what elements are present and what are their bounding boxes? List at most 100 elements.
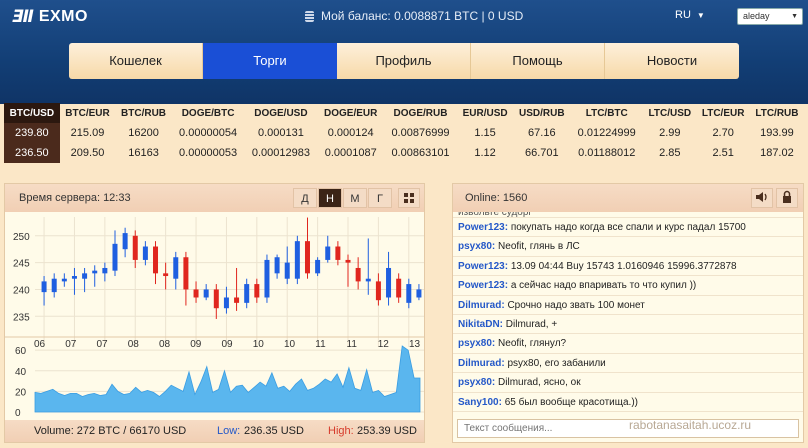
y-tick-label: 235 bbox=[13, 312, 30, 323]
ticker-sell-cell[interactable]: 0.00863101 bbox=[384, 143, 457, 163]
ticker-pair-cell[interactable]: LTC/USD bbox=[643, 103, 696, 123]
x-tick-label: 09 bbox=[222, 339, 234, 350]
chat-username[interactable]: Power123: bbox=[458, 261, 508, 272]
candle-body bbox=[244, 284, 250, 303]
chat-username[interactable]: psyx80: bbox=[458, 338, 495, 349]
ticker-sell-cell[interactable]: 0.0001087 bbox=[317, 143, 384, 163]
candle-body bbox=[254, 284, 260, 298]
chevron-down-icon: ▼ bbox=[791, 13, 798, 20]
period-month-button[interactable]: М bbox=[343, 188, 367, 208]
ticker-buy-cell[interactable]: 2.70 bbox=[696, 123, 749, 143]
ticker-pair-cell[interactable]: DOGE/USD bbox=[245, 103, 318, 123]
chat-panel: Online: 1560 извольте судорг Power123: п… bbox=[452, 183, 804, 443]
list-item: Dilmurad: Срочно надо звать 100 монет bbox=[453, 296, 803, 315]
ticker-pair-cell[interactable]: LTC/EUR bbox=[696, 103, 749, 123]
ticker-buy-cell[interactable]: 67.16 bbox=[513, 123, 570, 143]
ticker-sell-cell[interactable]: 66.701 bbox=[513, 143, 570, 163]
x-tick-label: 07 bbox=[65, 339, 77, 350]
chat-username[interactable]: Dilmurad: bbox=[458, 300, 505, 311]
ticker-pair-cell[interactable]: DOGE/RUB bbox=[384, 103, 457, 123]
ticker-sell-cell[interactable]: 209.50 bbox=[60, 143, 116, 163]
ticker-buy-cell[interactable]: 0.000124 bbox=[317, 123, 384, 143]
ticker-sell-cell[interactable]: 0.01188012 bbox=[570, 143, 643, 163]
chat-text: psyx80, его забанили bbox=[507, 357, 606, 369]
tab-news[interactable]: Новости bbox=[605, 43, 739, 79]
ticker-buy-cell[interactable]: 16200 bbox=[115, 123, 171, 143]
candle-body bbox=[315, 259, 321, 274]
lock-icon[interactable] bbox=[776, 188, 798, 208]
chat-username[interactable]: Sany100: bbox=[458, 397, 502, 408]
low-value: 236.35 USD bbox=[244, 425, 304, 437]
y-tick-label: 60 bbox=[15, 346, 27, 357]
grid-icon[interactable] bbox=[398, 188, 420, 208]
candle-body bbox=[92, 270, 98, 274]
chat-username[interactable]: Power123: bbox=[458, 280, 508, 291]
ticker-sell-cell[interactable]: 0.00012983 bbox=[245, 143, 318, 163]
chat-username[interactable]: psyx80: bbox=[458, 377, 495, 388]
ticker-buy-cell[interactable]: 0.000131 bbox=[245, 123, 318, 143]
chat-header: Online: 1560 bbox=[453, 184, 803, 212]
ticker-buy-cell[interactable]: 193.99 bbox=[750, 123, 804, 143]
chat-username[interactable]: psyx80: bbox=[458, 241, 495, 252]
chat-text: Срочно надо звать 100 монет bbox=[507, 299, 645, 311]
ticker-pair-cell[interactable]: DOGE/BTC bbox=[172, 103, 245, 123]
ticker-pair-cell[interactable]: LTC/BTC bbox=[570, 103, 643, 123]
ticker-sell-cell[interactable]: 187.02 bbox=[750, 143, 804, 163]
ticker-pair-cell[interactable]: DOGE/EUR bbox=[317, 103, 384, 123]
ticker-sell-cell[interactable]: 16163 bbox=[115, 143, 171, 163]
x-tick-label: 11 bbox=[315, 339, 326, 350]
ticker-sell-cell[interactable]: 1.12 bbox=[457, 143, 513, 163]
logo[interactable]: ƎⅡ EXMO bbox=[12, 6, 88, 28]
candle-body bbox=[304, 241, 310, 274]
ticker-buy-cell[interactable]: 239.80 bbox=[4, 123, 60, 143]
tab-wallet[interactable]: Кошелек bbox=[69, 43, 203, 79]
ticker-sell-cell[interactable]: 2.51 bbox=[696, 143, 749, 163]
language-selector[interactable]: RU ▼ bbox=[675, 9, 705, 21]
ticker-pair-cell[interactable]: USD/RUB bbox=[513, 103, 570, 123]
ticker-buy-cell[interactable]: 2.99 bbox=[643, 123, 696, 143]
ticker-pair-cell[interactable]: LTC/RUB bbox=[750, 103, 804, 123]
chat-text: 13.09 04:44 Buy 15743 1.0160946 15996.37… bbox=[510, 260, 737, 272]
candle-body bbox=[163, 273, 169, 277]
list-item: psyx80: Neofit, глянул? bbox=[453, 334, 803, 354]
ticker-pair-cell[interactable]: BTC/EUR bbox=[60, 103, 116, 123]
ticker-buy-cell[interactable]: 215.09 bbox=[60, 123, 116, 143]
ticker-pair-cell[interactable]: BTC/RUB bbox=[115, 103, 171, 123]
candle-body bbox=[223, 297, 229, 309]
ticker-pair-cell[interactable]: EUR/USD bbox=[457, 103, 513, 123]
ticker-sell-cell[interactable]: 236.50 bbox=[4, 143, 60, 163]
y-tick-label: 250 bbox=[13, 232, 30, 243]
candle-body bbox=[365, 278, 371, 282]
y-tick-label: 20 bbox=[15, 387, 27, 398]
ticker-sell-cell[interactable]: 2.85 bbox=[643, 143, 696, 163]
ticker-sell-cell[interactable]: 0.00000053 bbox=[172, 143, 245, 163]
list-item: Dilmurad: psyx80, его забанили bbox=[453, 354, 803, 374]
candle-body bbox=[325, 246, 331, 260]
chat-username[interactable]: NikitaDN: bbox=[458, 319, 503, 330]
ticker-pair-cell[interactable]: BTC/USD bbox=[4, 103, 60, 123]
chat-username[interactable]: Power123: bbox=[458, 222, 508, 233]
period-week-button[interactable]: Н bbox=[318, 188, 342, 208]
chat-messages[interactable]: извольте судорг Power123: покупать надо … bbox=[453, 212, 803, 416]
ticker-buy-cell[interactable]: 0.01224999 bbox=[570, 123, 643, 143]
ticker-buy-cell[interactable]: 1.15 bbox=[457, 123, 513, 143]
table-row: 239.80 215.09 16200 0.00000054 0.000131 0.000… bbox=[4, 123, 804, 143]
y-tick-label: 240 bbox=[13, 285, 30, 296]
period-day-button[interactable]: Д bbox=[293, 188, 317, 208]
x-tick-label: 12 bbox=[378, 339, 390, 350]
period-year-button[interactable]: Г bbox=[368, 188, 392, 208]
user-menu[interactable]: aleday ▼ bbox=[737, 8, 803, 25]
x-tick-label: 11 bbox=[347, 339, 358, 350]
tab-help[interactable]: Помощь bbox=[471, 43, 605, 79]
ticker-buy-cell[interactable]: 0.00000054 bbox=[172, 123, 245, 143]
candle-body bbox=[234, 297, 240, 303]
sound-icon[interactable] bbox=[751, 188, 773, 208]
tab-trading[interactable]: Торги bbox=[203, 43, 337, 79]
chat-username[interactable]: Dilmurad: bbox=[458, 358, 505, 369]
candle-body bbox=[355, 267, 361, 282]
tab-profile[interactable]: Профиль bbox=[337, 43, 471, 79]
candle-body bbox=[71, 276, 77, 279]
balance-display[interactable]: Мой баланс: 0.0088871 BTC | 0 USD bbox=[305, 9, 523, 23]
ticker-buy-cell[interactable]: 0.00876999 bbox=[384, 123, 457, 143]
price-chart[interactable]: 235 240 245 250 06 07 07 08 08 09 09 10 10 11 11 12 13 0 2… bbox=[5, 212, 424, 422]
